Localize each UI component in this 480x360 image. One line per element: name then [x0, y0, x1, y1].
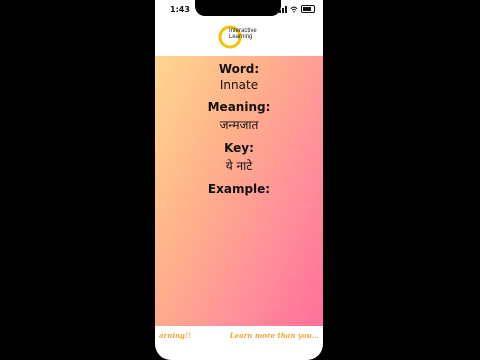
signal-icon — [276, 5, 287, 13]
key-section: Key: ये नाटे — [155, 141, 323, 174]
footer-marquee: arning!! Learn more than you... — [155, 326, 323, 346]
footer-right-text: Learn more than you... — [229, 331, 319, 340]
logo-line-2: Learning — [229, 34, 253, 40]
example-label: Example: — [207, 182, 271, 196]
phone-screen: 1:43 Interactive Learning Word: Innate M… — [155, 0, 323, 360]
word-label: Word: — [218, 62, 260, 76]
meaning-section: Meaning: जन्मजात — [155, 100, 323, 133]
app-header: Interactive Learning — [155, 18, 323, 57]
battery-icon — [301, 5, 315, 13]
notch — [195, 0, 281, 16]
word-section: Word: Innate — [155, 62, 323, 92]
logo-text: Interactive Learning — [229, 28, 257, 40]
flashcard: Word: Innate Meaning: जन्मजात Key: ये ना… — [155, 56, 323, 326]
key-label: Key: — [224, 141, 254, 155]
word-value: Innate — [219, 78, 259, 92]
footer-left-text: arning!! — [159, 331, 192, 340]
status-time: 1:43 — [170, 5, 190, 14]
status-icons — [276, 5, 315, 13]
meaning-value: जन्मजात — [219, 118, 259, 132]
wifi-icon — [290, 6, 298, 13]
key-value: ये नाटे — [225, 159, 253, 173]
meaning-label: Meaning: — [207, 100, 271, 114]
example-section: Example: — [155, 182, 323, 196]
